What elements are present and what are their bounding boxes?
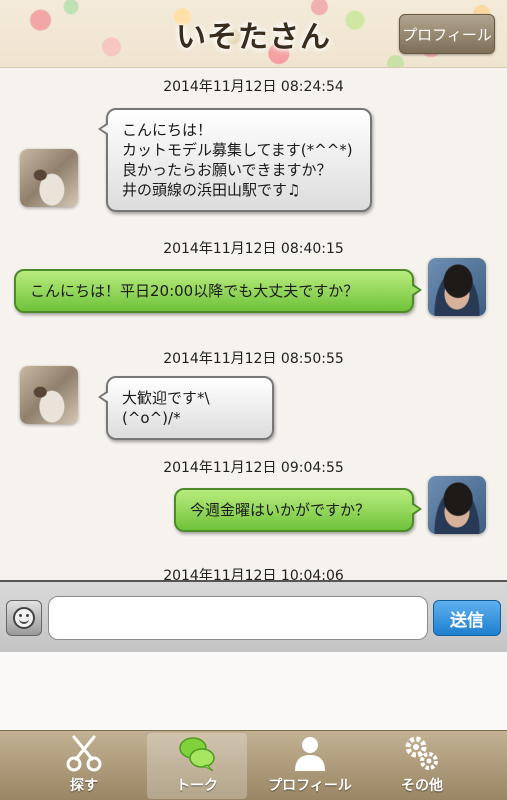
message-timestamp: 2014年11月12日 08:40:15 [163, 241, 344, 257]
header-bar: いそたさん プロフィール [0, 0, 507, 68]
tab-other-label: その他 [401, 778, 443, 794]
outgoing-message-bubble: こんにちは！平日20:00以降でも大丈夫ですか？ [14, 269, 422, 313]
my-avatar[interactable] [428, 476, 486, 534]
incoming-message-bubble: こんにちは！ カットモデル募集してます(*^^*) 良かったらお願いできますか？… [98, 108, 372, 212]
gears-icon [402, 733, 442, 773]
send-button[interactable]: 送信 [433, 600, 501, 636]
profile-button[interactable]: プロフィール [399, 14, 495, 54]
message-timestamp: 2014年11月12日 08:24:54 [163, 79, 344, 95]
sender-avatar[interactable] [20, 149, 78, 207]
smiley-icon [13, 607, 35, 629]
person-icon [290, 733, 330, 773]
my-avatar[interactable] [428, 258, 486, 316]
keyboard-spacer [0, 652, 507, 730]
bottom-tab-bar: 探す トーク プロフィール その他 [0, 730, 507, 800]
message-timestamp: 2014年11月12日 09:04:55 [163, 460, 344, 476]
outgoing-message-bubble: 今週金曜はいかがですか？ [174, 488, 422, 532]
tab-other[interactable]: その他 [372, 733, 472, 799]
tab-talk-label: トーク [176, 778, 218, 794]
message-composer: 送信 [0, 580, 507, 652]
tab-talk[interactable]: トーク [147, 733, 247, 799]
chat-log[interactable]: 2014年11月12日 08:24:54 こんにちは！ カットモデル募集してます… [0, 68, 507, 580]
tab-profile[interactable]: プロフィール [260, 733, 360, 799]
message-timestamp: 2014年11月12日 08:50:55 [163, 351, 344, 367]
chat-bubbles-icon [177, 733, 217, 773]
tab-search[interactable]: 探す [34, 733, 134, 799]
tab-profile-label: プロフィール [268, 778, 352, 794]
emoji-button[interactable] [6, 600, 42, 636]
message-input[interactable] [48, 596, 428, 640]
tab-search-label: 探す [70, 778, 98, 794]
scissors-icon [64, 733, 104, 773]
message-timestamp: 2014年11月12日 10:04:06 [163, 568, 344, 580]
incoming-message-bubble: 大歓迎です*\(^o^)/* [98, 376, 274, 440]
sender-avatar[interactable] [20, 366, 78, 424]
